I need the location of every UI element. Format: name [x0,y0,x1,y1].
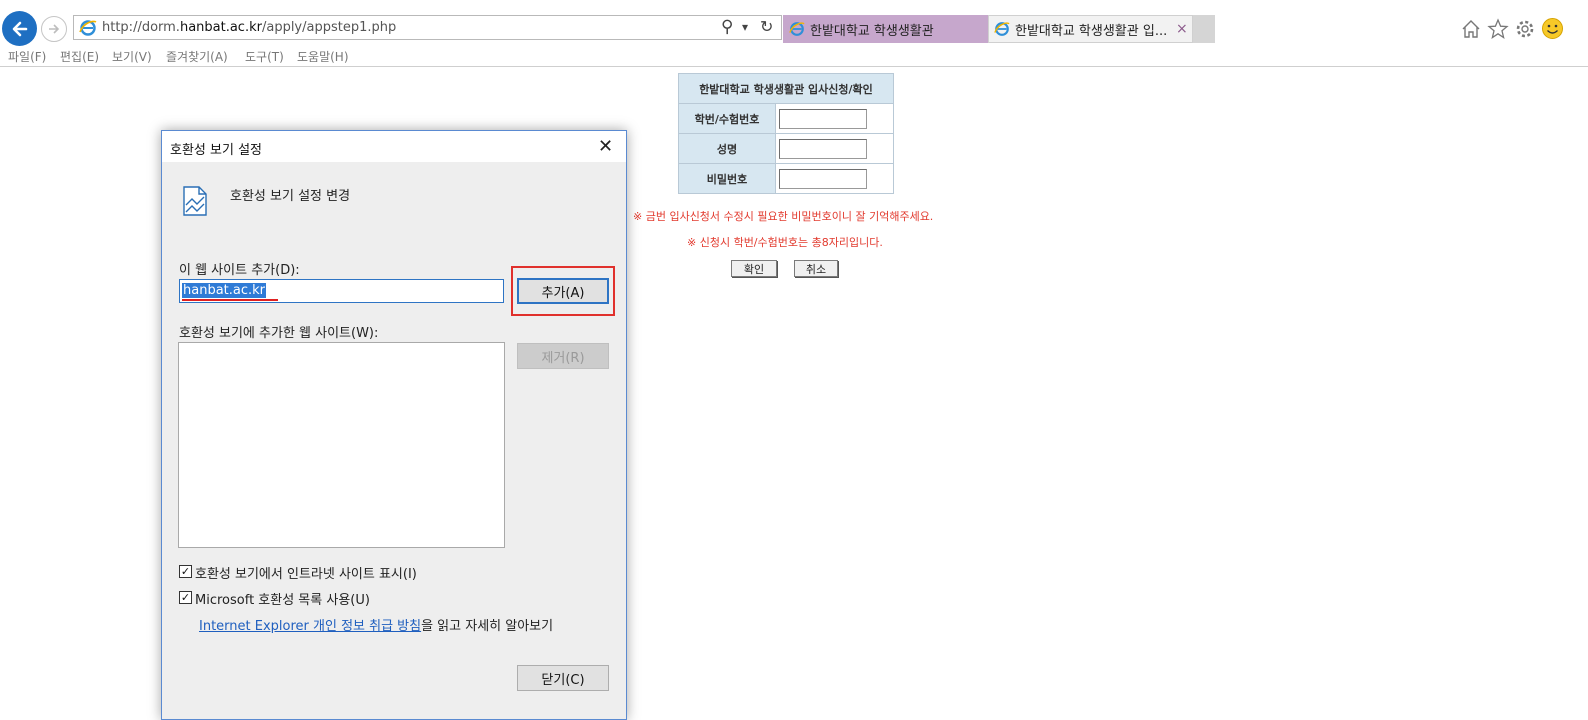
annotation-underline [182,299,278,301]
back-button[interactable] [2,11,37,46]
search-icon[interactable]: ⚲ [721,17,733,37]
menu-favorites[interactable]: 즐겨찾기(A) [166,48,228,65]
settings-gear-icon[interactable] [1514,18,1536,40]
menu-file[interactable]: 파일(F) [8,48,46,65]
add-site-value: hanbat.ac.kr [182,283,267,298]
ms-list-checkbox-label[interactable]: Microsoft 호환성 목록 사용(U) [195,589,370,608]
name-label: 성명 [678,133,776,164]
privacy-policy-link[interactable]: Internet Explorer 개인 정보 취급 방침 [199,619,421,634]
intranet-checkbox-label[interactable]: 호환성 보기에서 인트라넷 사이트 표시(I) [195,563,417,582]
form-title: 한밭대학교 학생생활관 입사신청/확인 [678,73,894,104]
menu-help[interactable]: 도움말(H) [297,48,349,65]
refresh-icon[interactable]: ↻ [760,17,773,36]
dialog-close-icon[interactable]: ✕ [598,136,613,157]
new-tab-button[interactable] [1193,15,1215,43]
tab-dormitory-apply[interactable]: 한밭대학교 학생생활관 입... [988,15,1193,43]
tab-dormitory[interactable]: 한밭대학교 학생생활관 [783,15,988,43]
url-suffix: /apply/appstep1.php [261,20,397,35]
url-domain: hanbat.ac.kr [179,20,262,35]
student-id-label: 학번/수험번호 [678,103,776,134]
dialog-heading: 호환성 보기 설정 변경 [230,189,351,204]
ie-tab-icon [994,22,1010,36]
remove-button[interactable]: 제거(R) [517,343,609,369]
menu-edit[interactable]: 편집(E) [60,48,99,65]
smiley-feedback-icon[interactable] [1541,17,1564,40]
student-id-input[interactable] [779,108,867,129]
password-label: 비밀번호 [678,163,776,194]
privacy-text: Internet Explorer 개인 정보 취급 방침을 읽고 자세히 알아… [199,615,553,634]
tab-close-icon[interactable]: × [1176,21,1188,37]
address-bar[interactable]: http://dorm.hanbat.ac.kr/apply/appstep1.… [73,15,782,40]
close-button[interactable]: 닫기(C) [517,665,609,691]
menu-tools[interactable]: 도구(T) [245,48,284,65]
tab-label: 한밭대학교 학생생활관 입... [1015,23,1168,39]
ie-page-icon [79,20,97,36]
check-icon: ✓ [180,591,191,604]
address-dropdown-icon[interactable]: ▾ [742,20,748,34]
privacy-suffix: 을 읽고 자세히 알아보기 [421,619,554,634]
menu-view[interactable]: 보기(V) [112,48,152,65]
password-cell [775,163,894,194]
compatibility-document-icon [183,186,207,216]
check-icon: ✓ [180,565,191,578]
ie-tab-icon [789,22,805,36]
application-form-table: 한밭대학교 학생생활관 입사신청/확인 학번/수험번호 성명 비밀번호 [678,73,894,194]
home-icon[interactable] [1460,18,1482,40]
url-prefix: http://dorm. [102,20,180,35]
compatibility-view-dialog: 호환성 보기 설정 ✕ 호환성 보기 설정 변경 이 웹 사이트 추가(D): … [161,130,627,720]
add-site-label: 이 웹 사이트 추가(D): [179,263,300,278]
ms-list-checkbox[interactable]: ✓ [179,591,192,604]
forward-arrow-icon [49,24,60,34]
student-id-note: ※ 신청시 학번/수험번호는 총8자리입니다. [687,236,883,249]
name-cell [775,133,894,164]
password-input[interactable] [779,168,867,189]
compatibility-site-list[interactable] [178,342,505,548]
confirm-button[interactable]: 확인 [731,260,777,277]
browser-chrome: http://dorm.hanbat.ac.kr/apply/appstep1.… [0,0,1588,67]
tab-label: 한밭대학교 학생생활관 [810,23,934,39]
add-button[interactable]: 추가(A) [517,278,609,304]
student-id-cell [775,103,894,134]
back-arrow-icon [12,21,27,36]
password-note: ※ 금번 입사신청서 수정시 필요한 비밀번호이니 잘 기억해주세요. [633,210,934,223]
favorites-star-icon[interactable] [1487,18,1509,40]
dialog-titlebar: 호환성 보기 설정 ✕ [162,131,626,162]
cancel-button[interactable]: 취소 [794,260,838,277]
site-list-label: 호환성 보기에 추가한 웹 사이트(W): [179,326,379,341]
intranet-checkbox[interactable]: ✓ [179,565,192,578]
menu-bar: 파일(F) 편집(E) 보기(V) 즐겨찾기(A) 도구(T) 도움말(H) [0,44,1588,67]
address-text: http://dorm.hanbat.ac.kr/apply/appstep1.… [102,20,396,35]
forward-button[interactable] [41,16,67,42]
name-input[interactable] [779,138,867,159]
dialog-title: 호환성 보기 설정 [170,143,262,158]
